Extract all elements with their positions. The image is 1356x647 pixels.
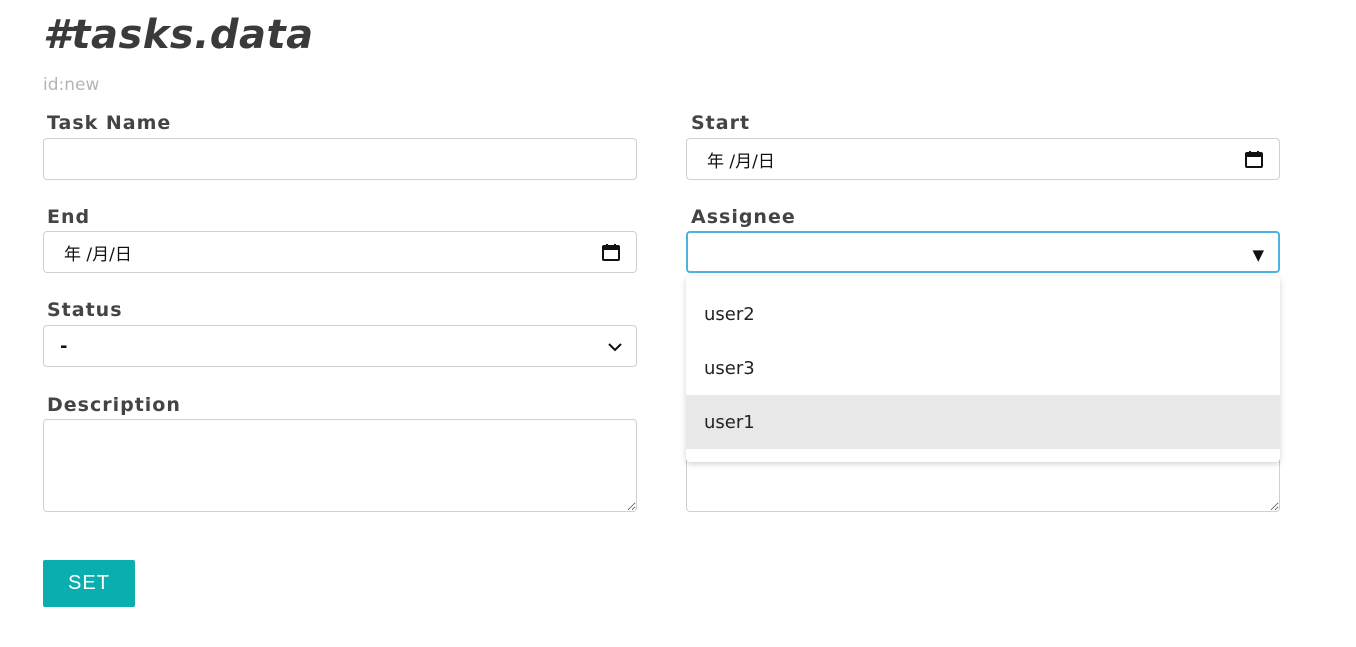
chevron-down-icon xyxy=(608,343,622,352)
end-date-input[interactable]: 年 /月/日 xyxy=(43,231,637,273)
end-label: End xyxy=(47,206,91,228)
assignee-label: Assignee xyxy=(691,206,796,228)
page-title: #tasks.data xyxy=(43,12,314,58)
dropdown-option-user1[interactable]: user1 xyxy=(686,395,1280,449)
end-date-value: 年 /月/日 xyxy=(64,244,132,265)
task-name-label: Task Name xyxy=(47,112,172,134)
description-label: Description xyxy=(47,394,181,416)
set-button[interactable]: SET xyxy=(43,560,135,607)
start-date-value: 年 /月/日 xyxy=(707,151,775,172)
dropdown-option-user3[interactable]: user3 xyxy=(686,341,1280,395)
assignee-dropdown-menu: user2 user3 user1 xyxy=(686,276,1280,462)
status-value: - xyxy=(60,335,68,357)
start-label: Start xyxy=(691,112,751,134)
start-date-input[interactable]: 年 /月/日 xyxy=(686,138,1280,180)
status-select[interactable]: - xyxy=(43,325,637,367)
description-textarea[interactable] xyxy=(43,419,637,512)
dropdown-option-user2[interactable]: user2 xyxy=(686,287,1280,341)
calendar-icon[interactable] xyxy=(601,242,621,262)
calendar-icon[interactable] xyxy=(1244,149,1264,169)
status-label: Status xyxy=(47,299,123,321)
task-name-input[interactable] xyxy=(43,138,637,180)
record-id: id:new xyxy=(43,75,100,95)
assignee-select[interactable]: ▼ xyxy=(686,231,1280,273)
triangle-down-icon: ▼ xyxy=(1252,246,1264,264)
